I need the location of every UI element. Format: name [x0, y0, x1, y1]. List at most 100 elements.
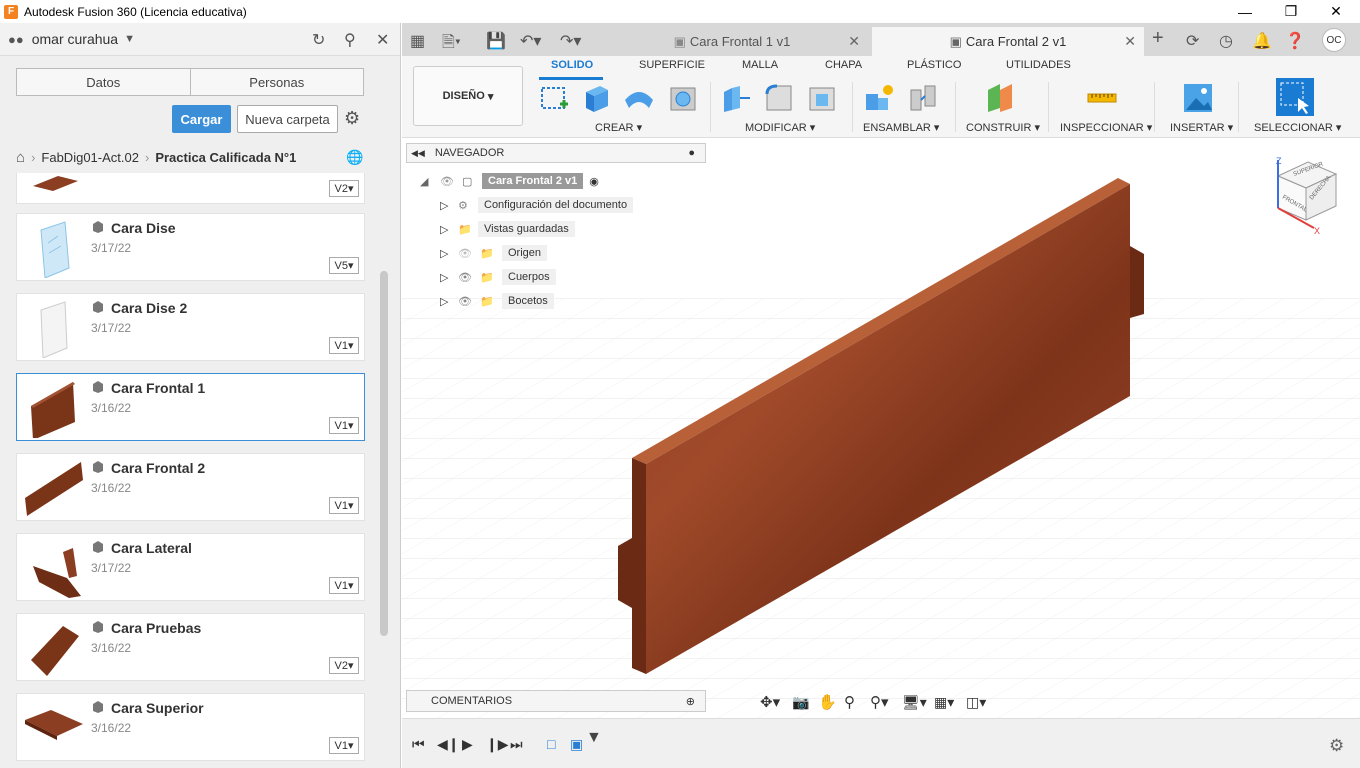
- tab-datos[interactable]: Datos: [17, 69, 190, 95]
- minimize-button[interactable]: —: [1222, 0, 1268, 23]
- close-icon[interactable]: ✕: [376, 30, 389, 50]
- play-icon[interactable]: ▶: [462, 736, 473, 753]
- timeline-marker-icon[interactable]: ▼: [586, 729, 602, 747]
- pan-icon[interactable]: ✋: [818, 693, 844, 711]
- close-tab-icon[interactable]: ✕: [1124, 33, 1136, 50]
- tab-solido[interactable]: SOLIDO: [551, 59, 593, 71]
- group-crear[interactable]: CREAR ▾: [595, 121, 642, 134]
- tab-superficie[interactable]: SUPERFICIE: [639, 59, 705, 71]
- display-settings-icon[interactable]: 🖥▾: [902, 694, 934, 711]
- look-at-icon[interactable]: 📷: [792, 694, 818, 711]
- insert-image-icon[interactable]: [1182, 82, 1214, 114]
- tree-item-saved-views[interactable]: ▷ 📁 Vistas guardadas: [440, 219, 575, 239]
- list-item[interactable]: Cara Superior 3/16/22 V1 ▾: [16, 693, 365, 761]
- new-component-icon[interactable]: [864, 82, 896, 114]
- version-select[interactable]: V1 ▾: [329, 577, 359, 594]
- sketch-feature-icon[interactable]: □: [547, 736, 555, 752]
- breadcrumb-project[interactable]: FabDig01-Act.02: [41, 150, 139, 165]
- orbit-icon[interactable]: ✥▾: [760, 693, 792, 711]
- extrude-icon[interactable]: [580, 82, 612, 114]
- activate-radio-icon[interactable]: ◉: [589, 175, 599, 188]
- fillet-icon[interactable]: [763, 82, 795, 114]
- hole-icon[interactable]: [667, 82, 699, 114]
- group-modificar[interactable]: MODIFICAR ▾: [745, 121, 815, 134]
- version-select[interactable]: V1 ▾: [329, 417, 359, 434]
- close-tab-icon[interactable]: ✕: [848, 33, 860, 50]
- step-forward-icon[interactable]: ❙▶: [486, 736, 509, 753]
- view-cube[interactable]: Z X SUPERIOR FRONTAL DERECHA: [1264, 150, 1350, 236]
- tab-chapa[interactable]: CHAPA: [825, 59, 862, 71]
- workspace-switcher[interactable]: DISEÑO ▾: [413, 66, 523, 126]
- tree-item-sketches[interactable]: ▷ 👁 📁 Bocetos: [440, 291, 554, 311]
- go-to-start-icon[interactable]: ⏮: [412, 736, 425, 753]
- zoom-window-icon[interactable]: ⚲▾: [870, 693, 902, 711]
- list-scrollbar[interactable]: [380, 271, 388, 636]
- list-item[interactable]: Cara Pruebas 3/16/22 V2 ▾: [16, 613, 365, 681]
- job-status-icon[interactable]: ◷: [1219, 31, 1233, 51]
- extensions-icon[interactable]: ⟳: [1186, 31, 1199, 51]
- collapse-icon[interactable]: ◀◀: [411, 148, 425, 159]
- collapse-triangle-icon[interactable]: ◢: [420, 175, 440, 188]
- eye-icon[interactable]: 👁: [440, 175, 462, 188]
- avatar[interactable]: OC: [1322, 28, 1346, 52]
- redo-icon[interactable]: ↷▾: [560, 31, 581, 51]
- measure-icon[interactable]: [1086, 82, 1118, 114]
- tree-root[interactable]: ◢ 👁 ▢ Cara Frontal 2 v1 ◉: [420, 171, 599, 191]
- step-back-icon[interactable]: ◀❙: [437, 736, 460, 753]
- help-icon[interactable]: ❓: [1285, 31, 1305, 51]
- group-insertar[interactable]: INSERTAR ▾: [1170, 121, 1233, 134]
- add-comment-icon[interactable]: ⊕: [686, 695, 695, 708]
- chevron-down-icon[interactable]: ▼: [124, 33, 135, 45]
- press-pull-icon[interactable]: [720, 82, 752, 114]
- joint-icon[interactable]: [907, 82, 939, 114]
- minimize-panel-icon[interactable]: ●: [688, 147, 695, 159]
- tab-cara-frontal-2[interactable]: ▣ Cara Frontal 2 v1 ✕: [872, 27, 1144, 56]
- list-item[interactable]: Cara Dise 3/17/22 V5 ▾: [16, 213, 365, 281]
- search-icon[interactable]: ⚲: [344, 30, 356, 50]
- notifications-icon[interactable]: 🔔: [1252, 31, 1272, 51]
- group-construir[interactable]: CONSTRUIR ▾: [966, 121, 1040, 134]
- tree-item-bodies[interactable]: ▷ 👁 📁 Cuerpos: [440, 267, 556, 287]
- expand-triangle-icon[interactable]: ▷: [440, 247, 458, 260]
- expand-triangle-icon[interactable]: ▷: [440, 271, 458, 284]
- zoom-icon[interactable]: ⚲: [844, 693, 870, 711]
- version-select[interactable]: V5 ▾: [329, 257, 359, 274]
- new-tab-icon[interactable]: +: [1152, 27, 1164, 50]
- version-select[interactable]: V2 ▾: [329, 180, 359, 197]
- group-inspeccionar[interactable]: INSPECCIONAR ▾: [1060, 121, 1152, 134]
- version-select[interactable]: V1 ▾: [329, 497, 359, 514]
- expand-triangle-icon[interactable]: ▷: [440, 199, 458, 212]
- save-icon[interactable]: 💾: [486, 31, 506, 51]
- list-item[interactable]: V2 ▾: [16, 173, 365, 204]
- tree-item-origin[interactable]: ▷ 👁 📁 Origen: [440, 243, 548, 263]
- tab-cara-frontal-1[interactable]: ▣ Cara Frontal 1 v1 ✕: [596, 27, 868, 56]
- eye-hidden-icon[interactable]: 👁: [458, 247, 480, 260]
- restore-button[interactable]: ❐: [1268, 0, 1314, 23]
- home-icon[interactable]: ⌂: [16, 149, 25, 166]
- undo-icon[interactable]: ↶▾: [520, 31, 541, 51]
- tab-plastico[interactable]: PLÁSTICO: [907, 59, 961, 71]
- select-icon[interactable]: [1276, 78, 1314, 116]
- gear-icon[interactable]: ⚙: [1329, 736, 1344, 756]
- eye-icon[interactable]: 👁: [458, 271, 480, 284]
- list-item[interactable]: Cara Lateral 3/17/22 V1 ▾: [16, 533, 365, 601]
- revolve-icon[interactable]: [623, 82, 655, 114]
- go-to-end-icon[interactable]: ⏭: [510, 736, 523, 753]
- viewports-icon[interactable]: ◫▾: [966, 694, 998, 711]
- group-ensamblar[interactable]: ENSAMBLAR ▾: [863, 121, 939, 134]
- tab-malla[interactable]: MALLA: [742, 59, 778, 71]
- grid-apps-icon[interactable]: ▦: [410, 31, 425, 51]
- expand-triangle-icon[interactable]: ▷: [440, 223, 458, 236]
- group-seleccionar[interactable]: SELECCIONAR ▾: [1254, 121, 1341, 134]
- extrude-feature-icon[interactable]: ▣: [570, 736, 583, 753]
- navigator-header[interactable]: ◀◀ NAVEGADOR ●: [406, 143, 706, 163]
- version-select[interactable]: V1 ▾: [329, 337, 359, 354]
- new-folder-button[interactable]: Nueva carpeta: [237, 105, 338, 133]
- tab-utilidades[interactable]: UTILIDADES: [1006, 59, 1071, 71]
- file-icon[interactable]: 🗎▾: [442, 31, 461, 58]
- shell-icon[interactable]: [806, 82, 838, 114]
- refresh-icon[interactable]: ↻: [312, 30, 325, 50]
- globe-icon[interactable]: 🌐: [346, 149, 363, 166]
- close-window-button[interactable]: ✕: [1313, 0, 1359, 23]
- eye-icon[interactable]: 👁: [458, 295, 480, 308]
